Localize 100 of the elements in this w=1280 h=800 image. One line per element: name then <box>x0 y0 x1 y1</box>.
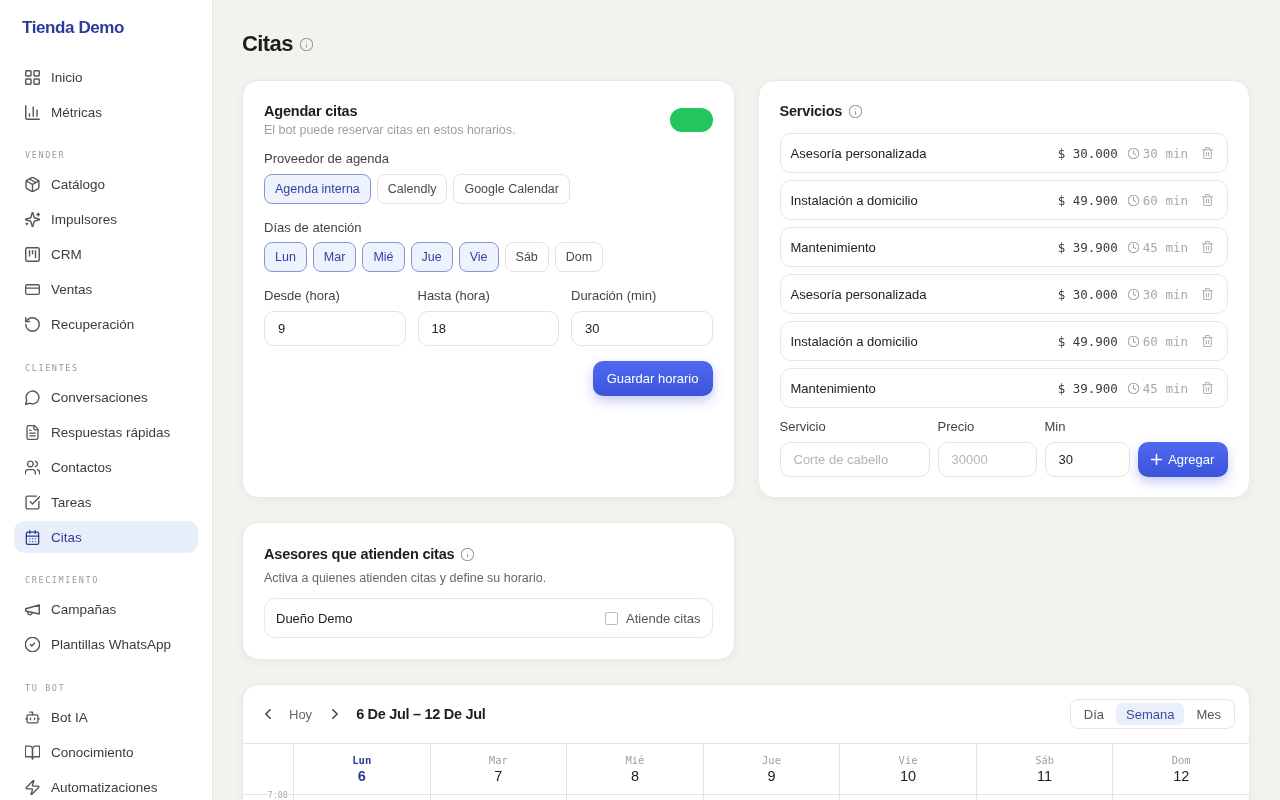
clock-icon <box>1127 194 1139 206</box>
section-label: CRECIMIENTO <box>24 574 100 586</box>
nav-item[interactable]: Contactos <box>14 451 198 483</box>
advisor-name: Dueño Demo <box>276 610 354 626</box>
input-field[interactable]: 30000 <box>937 442 1037 477</box>
service-name: Mantenimiento <box>790 239 877 255</box>
day-number: 6 <box>357 768 366 784</box>
field-label: Servicio <box>779 418 827 436</box>
day-toggle[interactable]: Dom <box>554 242 604 272</box>
nav-item[interactable]: Tareas <box>14 486 198 518</box>
save-button[interactable]: Guardar horario <box>592 361 713 396</box>
clock-icon <box>1127 288 1139 300</box>
field-label: Desde (hora) <box>264 287 341 305</box>
day-number: 7 <box>494 768 503 784</box>
trash-icon[interactable] <box>1202 335 1213 347</box>
service-name: Instalación a domicilio <box>790 192 919 208</box>
day-number: 8 <box>630 768 639 784</box>
day-toggle[interactable]: Vie <box>458 242 499 272</box>
time-label: 7:00 <box>267 790 288 800</box>
users-icon <box>25 459 40 475</box>
chevron-left-icon[interactable] <box>265 709 271 719</box>
info-icon[interactable] <box>461 548 475 561</box>
provider-option[interactable]: Calendly <box>376 174 448 204</box>
input-field[interactable]: 30 <box>571 311 713 346</box>
nav-item[interactable]: Respuestas rápidas <box>14 416 198 448</box>
checkbox[interactable] <box>605 611 619 625</box>
service-name: Instalación a domicilio <box>790 333 919 349</box>
nav-item[interactable]: Ventas <box>14 273 198 306</box>
chevron-right-icon[interactable] <box>332 709 339 719</box>
weekday-label: Vie <box>898 754 918 766</box>
trash-icon[interactable] <box>1202 147 1213 159</box>
nav-item[interactable]: Campañas <box>14 593 198 626</box>
toggle-switch[interactable] <box>669 108 713 132</box>
input-field[interactable]: 30 <box>1044 442 1130 477</box>
input-field[interactable]: 9 <box>264 311 406 346</box>
nav-item[interactable]: Métricas <box>14 96 198 128</box>
service-duration: 60 min <box>1142 333 1188 349</box>
card-title: Asesores que atienden citas <box>264 545 455 564</box>
view-tab[interactable]: Día <box>1073 703 1114 725</box>
nav-item[interactable]: CRM <box>14 238 198 271</box>
robot-icon <box>25 709 40 725</box>
field-label: Días de atención <box>264 219 363 237</box>
info-icon[interactable] <box>849 105 863 118</box>
plus-icon <box>1151 454 1163 465</box>
check-square-icon <box>25 494 40 510</box>
nav-item[interactable]: Citas <box>14 521 198 553</box>
kanban-icon <box>25 247 40 262</box>
trash-icon[interactable] <box>1202 382 1213 394</box>
service-price: $ 30.000 <box>1057 145 1118 161</box>
clock-icon <box>1127 147 1139 159</box>
section-label: TU BOT <box>24 681 67 694</box>
nav-item[interactable]: Conversaciones <box>14 381 198 413</box>
day-toggle[interactable]: Mié <box>362 242 405 272</box>
field-label: Duración (min) <box>571 287 658 305</box>
provider-option[interactable]: Agenda interna <box>264 174 371 204</box>
service-name: Asesoría personalizada <box>790 145 928 161</box>
weekday-label: Mar <box>488 754 508 766</box>
calendar-icon <box>25 529 40 545</box>
credit-card-icon <box>25 282 40 297</box>
service-price: $ 39.900 <box>1057 380 1118 396</box>
input-field[interactable]: Corte de cabello <box>779 442 930 477</box>
today-button[interactable]: Hoy <box>285 706 317 722</box>
nav-item[interactable]: Plantillas WhatsApp <box>14 628 198 661</box>
bar-chart-icon <box>25 104 40 120</box>
nav-item[interactable]: Recuperación <box>14 308 198 341</box>
weekday-label: Lun <box>352 754 372 766</box>
input-field[interactable]: 18 <box>417 311 559 346</box>
day-number: 11 <box>1037 768 1053 784</box>
card-subtitle: El bot puede reservar citas en estos horarios. <box>264 122 516 139</box>
view-tab[interactable]: Semana <box>1116 703 1185 725</box>
day-toggle[interactable]: Jue <box>410 242 453 272</box>
day-number: 10 <box>900 768 917 784</box>
nav-item[interactable]: Conocimiento <box>14 736 198 768</box>
field-label: Min <box>1044 418 1067 436</box>
field-label: Hasta (hora) <box>417 287 491 305</box>
lightning-icon <box>25 779 40 795</box>
rotate-icon <box>25 317 40 332</box>
card-title: Agendar citas <box>264 102 359 121</box>
day-toggle[interactable]: Lun <box>264 242 307 272</box>
nav-item[interactable]: Catálogo <box>14 168 198 201</box>
info-icon[interactable] <box>299 37 313 51</box>
add-button[interactable]: Agregar <box>1137 442 1228 477</box>
view-tab[interactable]: Mes <box>1186 703 1231 725</box>
trash-icon[interactable] <box>1202 241 1213 253</box>
nav-item[interactable]: Automatizaciones <box>14 771 198 800</box>
weekday-label: Dom <box>1171 754 1191 766</box>
day-toggle[interactable]: Mar <box>312 242 357 272</box>
document-icon <box>25 424 40 440</box>
nav-item[interactable]: Inicio <box>14 61 198 93</box>
nav-item[interactable]: Bot IA <box>14 701 198 733</box>
service-duration: 30 min <box>1142 286 1188 302</box>
trash-icon[interactable] <box>1202 194 1213 206</box>
service-duration: 45 min <box>1142 380 1188 396</box>
service-name: Mantenimiento <box>790 380 877 396</box>
trash-icon[interactable] <box>1202 288 1213 300</box>
nav-item[interactable]: Impulsores <box>14 203 198 236</box>
day-toggle[interactable]: Sáb <box>504 242 549 272</box>
provider-option[interactable]: Google Calendar <box>453 174 570 204</box>
checkbox-label[interactable]: Atiende citas <box>626 610 701 626</box>
day-number: 9 <box>767 768 776 784</box>
